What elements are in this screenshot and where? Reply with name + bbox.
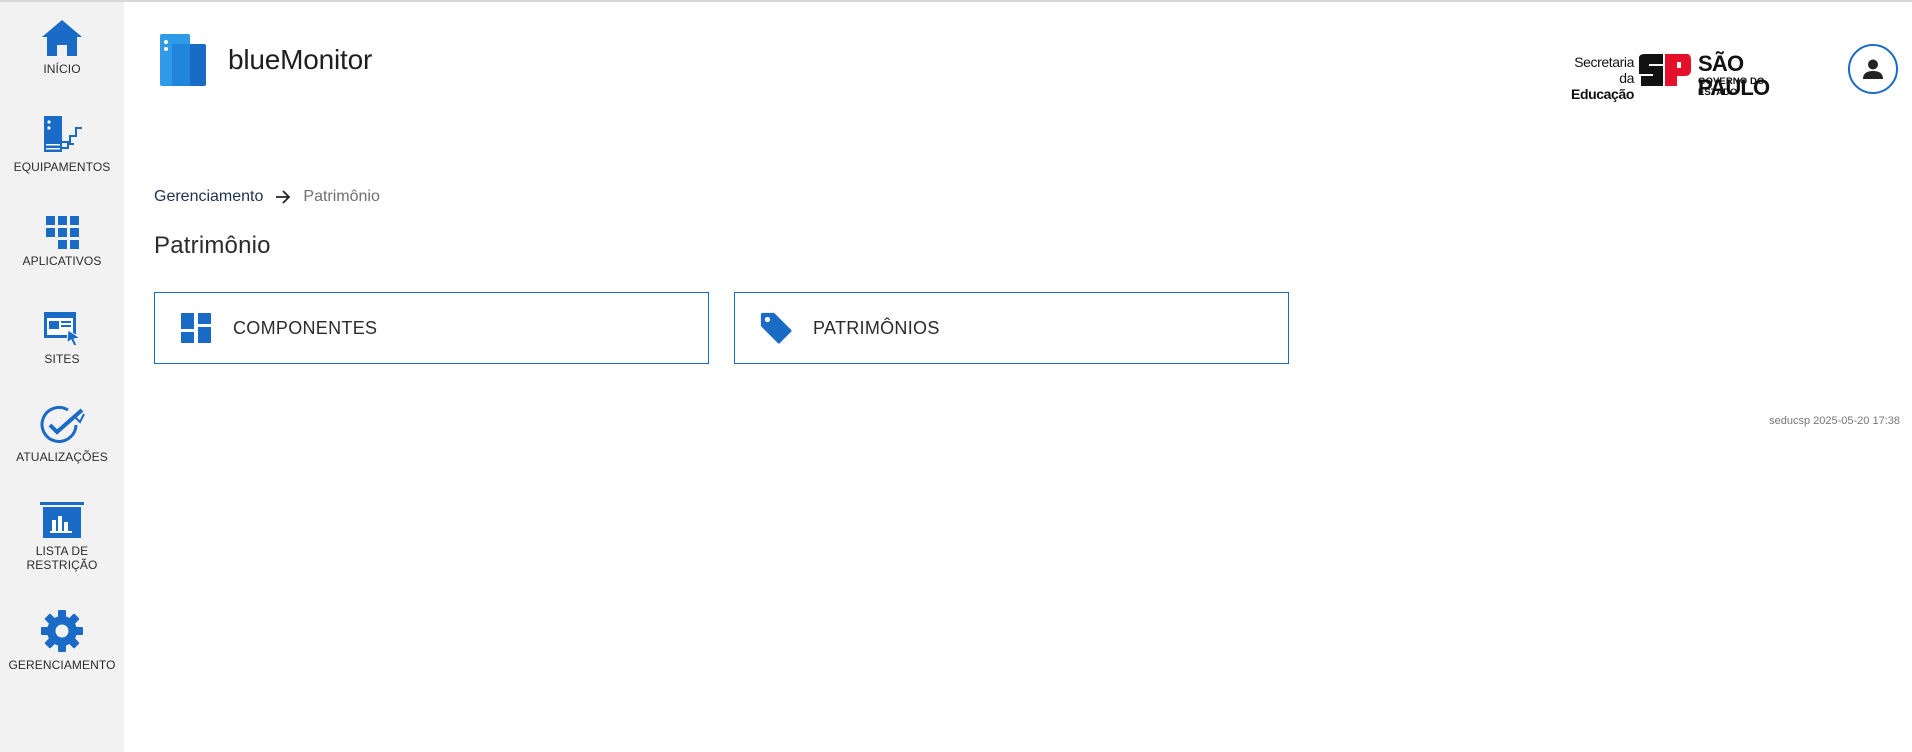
session-stamp: seducsp 2025-05-20 17:38 — [1769, 415, 1900, 427]
arrow-right-icon — [276, 190, 291, 204]
sidebar-item-label: LISTA DE RESTRIÇÃO — [26, 544, 98, 572]
sidebar-item-inicio[interactable]: INÍCIO — [0, 18, 124, 76]
breadcrumb-current: Patrimônio — [303, 188, 380, 205]
brand-name: blueMonitor — [228, 44, 373, 75]
gov-logo: Secretaria da Educação SÃO PAULO GOVERNO… — [1558, 52, 1804, 103]
brand-logo[interactable]: blueMonitor — [158, 32, 372, 88]
gear-icon — [41, 610, 83, 652]
home-icon — [42, 20, 82, 56]
componentes-card[interactable]: COMPONENTES — [154, 292, 709, 364]
sidebar-item-label: EQUIPAMENTOS — [13, 160, 111, 174]
person-icon — [1863, 59, 1883, 79]
gov-logo-secretaria: Secretaria da Educação — [1558, 54, 1634, 102]
gov-logo-line2: Educação — [1571, 86, 1634, 102]
page-title: Patrimônio — [154, 232, 271, 259]
breadcrumb-parent-link[interactable]: Gerenciamento — [154, 188, 263, 206]
sidebar-item-equipamentos[interactable]: EQUIPAMENTOS — [0, 114, 124, 174]
sidebar: INÍCIO EQUIPAMENTOS APLICATIVOS SITES AT… — [0, 2, 124, 752]
sidebar-item-sites[interactable]: SITES — [0, 308, 124, 366]
sidebar-item-label: ATUALIZAÇÕES — [16, 450, 108, 464]
breadcrumb: Gerenciamento Patrimônio — [154, 188, 380, 206]
sidebar-item-aplicativos[interactable]: APLICATIVOS — [0, 214, 124, 268]
restriction-list-icon — [40, 502, 84, 538]
apps-grid-icon — [46, 216, 79, 249]
user-account-button[interactable] — [1848, 44, 1898, 94]
app-root: INÍCIO EQUIPAMENTOS APLICATIVOS SITES AT… — [0, 0, 1912, 752]
card-label: COMPONENTES — [233, 317, 378, 338]
server-icon — [44, 116, 82, 152]
sidebar-item-label: APLICATIVOS — [22, 254, 102, 268]
sp-emblem-icon — [1639, 54, 1691, 86]
sidebar-item-label: SITES — [44, 352, 80, 366]
sidebar-item-gerenciamento[interactable]: GERENCIAMENTO — [0, 608, 124, 672]
sidebar-item-atualizacoes[interactable]: ATUALIZAÇÕES — [0, 404, 124, 464]
website-cursor-icon — [44, 312, 82, 347]
dashboard-icon — [179, 311, 213, 345]
gov-logo-line1: Secretaria da — [1574, 54, 1634, 86]
patrimonios-card[interactable]: PATRIMÔNIOS — [734, 292, 1289, 364]
bluemonitor-logo-icon — [160, 34, 206, 86]
update-check-icon — [40, 405, 85, 443]
sidebar-item-label: INÍCIO — [43, 62, 81, 76]
sidebar-item-lista-de-restricao[interactable]: LISTA DE RESTRIÇÃO — [0, 502, 124, 572]
sidebar-item-label: GERENCIAMENTO — [8, 658, 116, 672]
tag-icon — [759, 311, 793, 345]
gov-logo-subtitle: GOVERNO DO ESTADO — [1698, 76, 1765, 98]
card-label: PATRIMÔNIOS — [813, 317, 940, 338]
